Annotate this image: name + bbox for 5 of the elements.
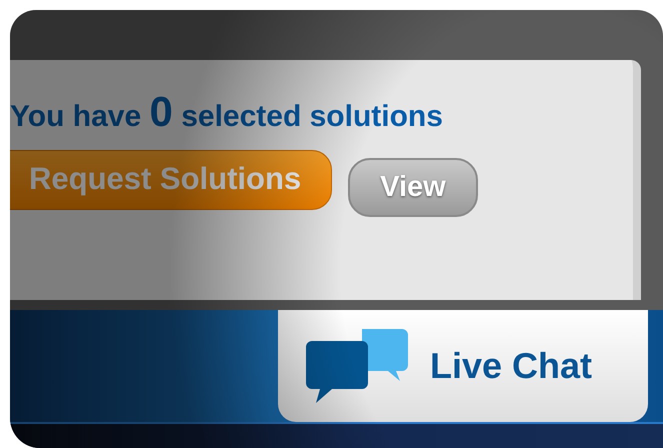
selection-summary: You have 0 selected solutions — [10, 88, 444, 136]
view-button[interactable]: View — [348, 158, 478, 217]
live-chat-tab[interactable]: Live Chat — [278, 310, 648, 422]
request-button[interactable]: Request Solutions — [10, 150, 332, 210]
chat-bubbles-icon — [306, 329, 410, 403]
